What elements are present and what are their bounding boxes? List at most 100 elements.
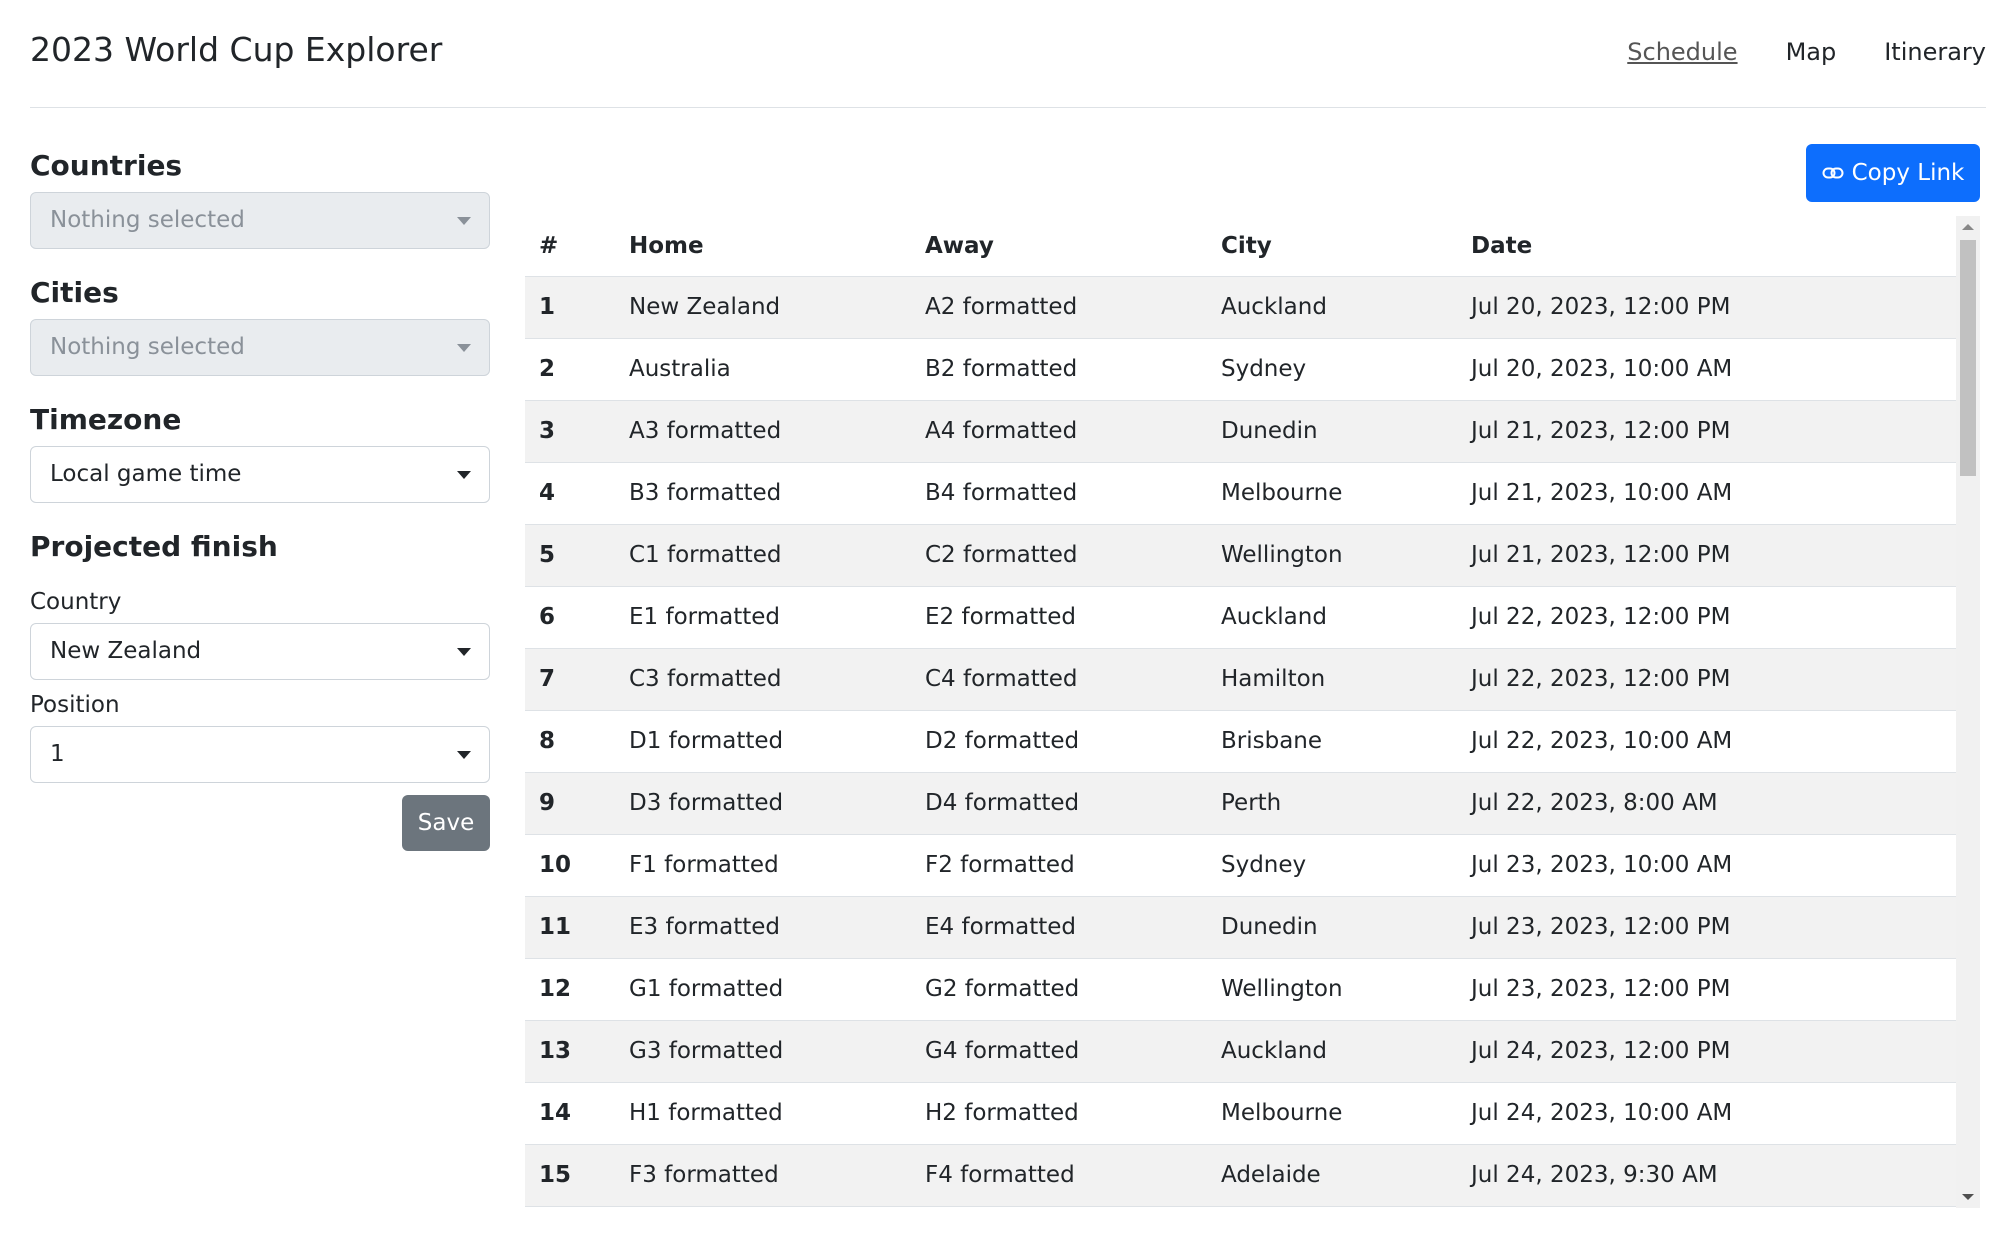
header-number[interactable]: # bbox=[525, 216, 615, 277]
cell-away: F4 formatted bbox=[911, 1144, 1207, 1207]
chevron-down-icon bbox=[457, 217, 471, 225]
cell-home: G1 formatted bbox=[615, 958, 911, 1021]
header-date[interactable]: Date bbox=[1457, 216, 1956, 277]
table-row[interactable]: 7 C3 formatted C4 formatted Hamilton Jul 22,… bbox=[525, 648, 1956, 711]
schedule-table-container[interactable]: # Home Away City Date 1 New Zealand A2 for… bbox=[525, 216, 1980, 1208]
cell-number: 11 bbox=[525, 896, 615, 959]
cell-number: 8 bbox=[525, 710, 615, 773]
cell-number: 4 bbox=[525, 462, 615, 525]
cell-number: 1 bbox=[525, 276, 615, 339]
table-header-row: # Home Away City Date bbox=[525, 216, 1956, 277]
cell-number: 3 bbox=[525, 400, 615, 463]
schedule-table: # Home Away City Date 1 New Zealand A2 for… bbox=[525, 216, 1956, 1207]
cell-date: Jul 22, 2023, 10:00 AM bbox=[1457, 710, 1956, 773]
cell-home: F3 formatted bbox=[615, 1144, 911, 1207]
cell-date: Jul 23, 2023, 10:00 AM bbox=[1457, 834, 1956, 897]
scroll-down-arrow-icon[interactable] bbox=[1962, 1194, 1974, 1200]
table-row[interactable]: 15 F3 formatted F4 formatted Adelaide Jul 24… bbox=[525, 1144, 1956, 1207]
page: 2023 World Cup Explorer Schedule Map Iti… bbox=[0, 0, 1996, 1254]
table-row[interactable]: 13 G3 formatted G4 formatted Auckland Jul 24… bbox=[525, 1020, 1956, 1083]
position-select-value: 1 bbox=[50, 741, 65, 767]
copy-link-button[interactable]: Copy Link bbox=[1806, 144, 1980, 202]
scrollbar-thumb[interactable] bbox=[1960, 240, 1976, 476]
chevron-down-icon bbox=[457, 344, 471, 352]
cell-number: 5 bbox=[525, 524, 615, 587]
cell-number: 14 bbox=[525, 1082, 615, 1145]
cell-city: Perth bbox=[1207, 772, 1457, 835]
cell-away: G2 formatted bbox=[911, 958, 1207, 1021]
nav-map[interactable]: Map bbox=[1786, 38, 1837, 66]
countries-heading: Countries bbox=[30, 149, 183, 182]
cities-select[interactable]: Nothing selected bbox=[30, 319, 490, 376]
cell-date: Jul 22, 2023, 12:00 PM bbox=[1457, 586, 1956, 649]
table-body: 1 New Zealand A2 formatted Auckland Jul 20, … bbox=[525, 276, 1956, 1207]
cell-number: 2 bbox=[525, 338, 615, 401]
table-row[interactable]: 1 New Zealand A2 formatted Auckland Jul 20, … bbox=[525, 276, 1956, 339]
scroll-up-arrow-icon[interactable] bbox=[1962, 224, 1974, 230]
table-row[interactable]: 3 A3 formatted A4 formatted Dunedin Jul 21, … bbox=[525, 400, 1956, 463]
table-row[interactable]: 9 D3 formatted D4 formatted Perth Jul 22, 20… bbox=[525, 772, 1956, 835]
cell-number: 7 bbox=[525, 648, 615, 711]
cell-home: D3 formatted bbox=[615, 772, 911, 835]
cell-home: D1 formatted bbox=[615, 710, 911, 773]
nav-itinerary[interactable]: Itinerary bbox=[1884, 38, 1986, 66]
timezone-select[interactable]: Local game time bbox=[30, 446, 490, 503]
cell-city: Adelaide bbox=[1207, 1144, 1457, 1207]
table-row[interactable]: 11 E3 formatted E4 formatted Dunedin Jul 23,… bbox=[525, 896, 1956, 959]
cell-away: D2 formatted bbox=[911, 710, 1207, 773]
cell-city: Sydney bbox=[1207, 338, 1457, 401]
cell-home: E3 formatted bbox=[615, 896, 911, 959]
table-scrollbar[interactable] bbox=[1956, 216, 1980, 1208]
cell-number: 15 bbox=[525, 1144, 615, 1207]
country-select[interactable]: New Zealand bbox=[30, 623, 490, 680]
cell-home: C3 formatted bbox=[615, 648, 911, 711]
table-row[interactable]: 8 D1 formatted D2 formatted Brisbane Jul 22,… bbox=[525, 710, 1956, 773]
cell-home: B3 formatted bbox=[615, 462, 911, 525]
header-away[interactable]: Away bbox=[911, 216, 1207, 277]
cell-city: Brisbane bbox=[1207, 710, 1457, 773]
cell-city: Wellington bbox=[1207, 958, 1457, 1021]
table-row[interactable]: 4 B3 formatted B4 formatted Melbourne Jul 21… bbox=[525, 462, 1956, 525]
cell-home: Australia bbox=[615, 338, 911, 401]
cell-city: Dunedin bbox=[1207, 400, 1457, 463]
cell-date: Jul 21, 2023, 12:00 PM bbox=[1457, 524, 1956, 587]
top-nav: Schedule Map Itinerary bbox=[1579, 38, 1986, 66]
table-row[interactable]: 2 Australia B2 formatted Sydney Jul 20, 2023… bbox=[525, 338, 1956, 401]
position-label: Position bbox=[30, 692, 120, 718]
cell-number: 9 bbox=[525, 772, 615, 835]
table-row[interactable]: 6 E1 formatted E2 formatted Auckland Jul 22,… bbox=[525, 586, 1956, 649]
header-home[interactable]: Home bbox=[615, 216, 911, 277]
cell-date: Jul 23, 2023, 12:00 PM bbox=[1457, 896, 1956, 959]
countries-select-value: Nothing selected bbox=[50, 207, 245, 233]
cell-number: 12 bbox=[525, 958, 615, 1021]
cell-city: Sydney bbox=[1207, 834, 1457, 897]
cell-city: Melbourne bbox=[1207, 1082, 1457, 1145]
cell-date: Jul 24, 2023, 9:30 AM bbox=[1457, 1144, 1956, 1207]
cell-date: Jul 20, 2023, 12:00 PM bbox=[1457, 276, 1956, 339]
cell-date: Jul 22, 2023, 8:00 AM bbox=[1457, 772, 1956, 835]
cell-home: New Zealand bbox=[615, 276, 911, 339]
header-city[interactable]: City bbox=[1207, 216, 1457, 277]
cell-number: 10 bbox=[525, 834, 615, 897]
cell-away: H2 formatted bbox=[911, 1082, 1207, 1145]
cell-date: Jul 22, 2023, 12:00 PM bbox=[1457, 648, 1956, 711]
position-select[interactable]: 1 bbox=[30, 726, 490, 783]
app-title: 2023 World Cup Explorer bbox=[30, 30, 443, 69]
cell-city: Hamilton bbox=[1207, 648, 1457, 711]
cell-away: B2 formatted bbox=[911, 338, 1207, 401]
cell-home: E1 formatted bbox=[615, 586, 911, 649]
cell-city: Dunedin bbox=[1207, 896, 1457, 959]
nav-schedule[interactable]: Schedule bbox=[1627, 38, 1737, 66]
save-button[interactable]: Save bbox=[402, 795, 490, 851]
table-row[interactable]: 12 G1 formatted G2 formatted Wellington Jul … bbox=[525, 958, 1956, 1021]
cities-heading: Cities bbox=[30, 276, 119, 309]
cell-away: G4 formatted bbox=[911, 1020, 1207, 1083]
table-row[interactable]: 5 C1 formatted C2 formatted Wellington Jul 2… bbox=[525, 524, 1956, 587]
countries-select[interactable]: Nothing selected bbox=[30, 192, 490, 249]
cell-home: H1 formatted bbox=[615, 1082, 911, 1145]
cell-home: F1 formatted bbox=[615, 834, 911, 897]
cell-away: E2 formatted bbox=[911, 586, 1207, 649]
table-row[interactable]: 10 F1 formatted F2 formatted Sydney Jul 23, … bbox=[525, 834, 1956, 897]
cell-number: 6 bbox=[525, 586, 615, 649]
table-row[interactable]: 14 H1 formatted H2 formatted Melbourne Jul 2… bbox=[525, 1082, 1956, 1145]
